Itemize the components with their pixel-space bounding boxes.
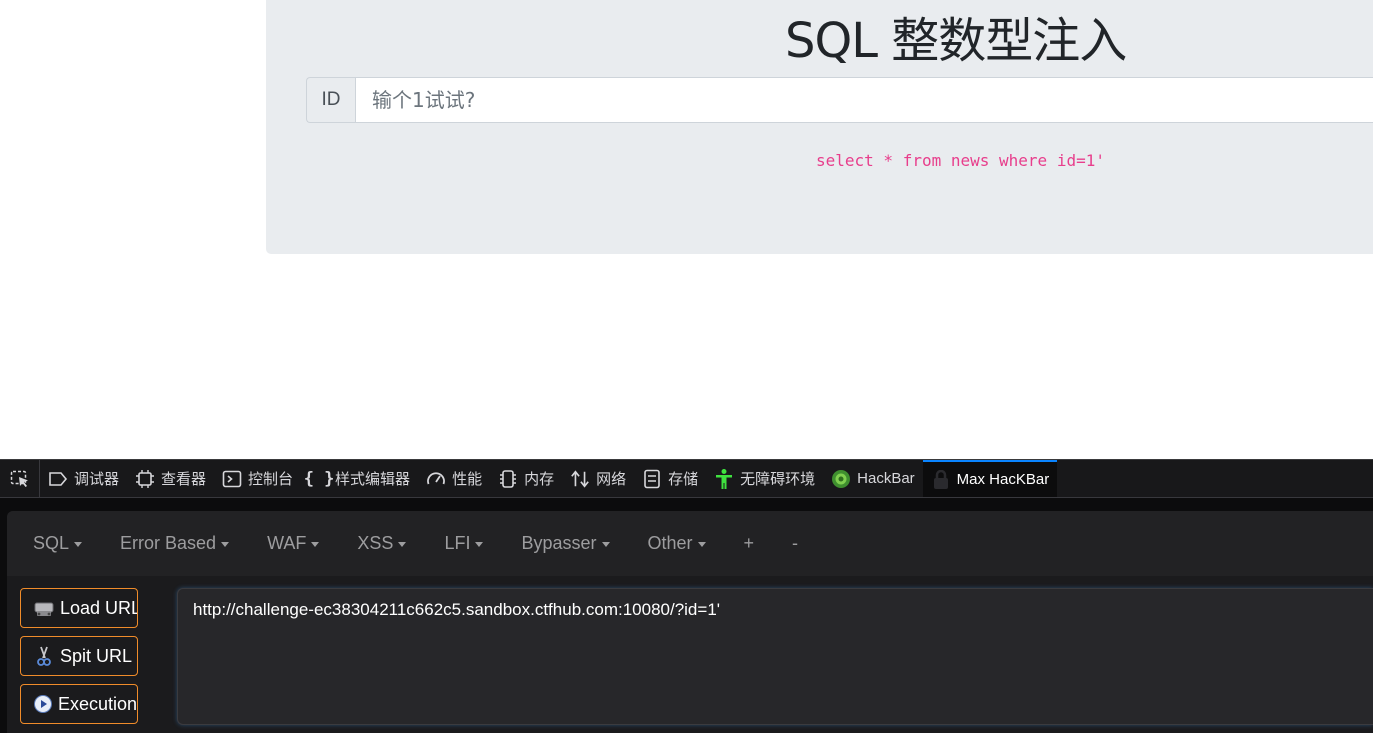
menu-label: -	[792, 533, 799, 553]
devtools-panel: 调试器 查看器 控制台 { } 样式编辑器 性能 内存 网络 存储 无障碍环境 …	[0, 459, 1373, 733]
tab-label: 无障碍环境	[740, 471, 816, 488]
menu-other[interactable]: Other	[648, 533, 706, 554]
element-picker-button[interactable]	[0, 460, 40, 497]
debugger-icon	[48, 469, 68, 489]
tab-accessibility[interactable]: 无障碍环境	[706, 460, 823, 497]
load-url-icon	[33, 597, 55, 619]
caret-down-icon	[475, 542, 484, 547]
element-picker-icon	[10, 470, 28, 487]
hackbar-panel: SQL Error Based WAF XSS LFI Bypasser Oth…	[7, 511, 1373, 733]
url-textarea[interactable]: http://challenge-ec38304211c662c5.sandbo…	[177, 588, 1373, 725]
menu-add-tab[interactable]: +	[744, 533, 755, 554]
tab-debugger[interactable]: 调试器	[40, 460, 127, 497]
accessibility-icon	[714, 468, 734, 489]
console-icon	[222, 469, 242, 489]
menu-label: SQL	[33, 533, 70, 553]
play-icon	[33, 693, 53, 715]
menu-lfi[interactable]: LFI	[444, 533, 484, 554]
id-input[interactable]	[355, 77, 1373, 123]
tab-inspector[interactable]: 查看器	[127, 460, 214, 497]
menu-label: WAF	[267, 533, 307, 553]
sql-query-text: select * from news where id=1'	[816, 151, 1105, 170]
hackbar-side-buttons: Load URL Spit URL Execution	[20, 588, 140, 732]
split-url-button[interactable]: Spit URL	[20, 636, 138, 676]
menu-bypasser[interactable]: Bypasser	[521, 533, 610, 554]
max-hackbar-icon	[931, 469, 951, 490]
performance-icon	[426, 469, 446, 489]
menu-error-based[interactable]: Error Based	[120, 533, 230, 554]
tab-style-editor[interactable]: { } 样式编辑器	[301, 460, 418, 497]
menu-label: Error Based	[120, 533, 217, 553]
split-url-label: Spit URL	[60, 645, 133, 666]
tab-max-hackbar[interactable]: Max HacKBar	[922, 460, 1058, 497]
devtools-tabbar: 调试器 查看器 控制台 { } 样式编辑器 性能 内存 网络 存储 无障碍环境 …	[0, 460, 1373, 498]
jumbotron: SQL 整数型注入 ID select * from news where id…	[266, 0, 1373, 254]
tab-label: 调试器	[74, 471, 120, 488]
tab-label: 内存	[524, 471, 555, 488]
load-url-button[interactable]: Load URL	[20, 588, 138, 628]
page-title: SQL 整数型注入	[785, 13, 1127, 69]
tab-label: 网络	[596, 471, 627, 488]
caret-down-icon	[74, 542, 83, 547]
caret-down-icon	[221, 542, 230, 547]
hackbar-menubar: SQL Error Based WAF XSS LFI Bypasser Oth…	[7, 511, 1373, 576]
id-label: ID	[306, 77, 355, 123]
hackbar-icon	[831, 469, 851, 489]
tab-label: 性能	[452, 471, 483, 488]
storage-icon	[642, 469, 662, 489]
tab-memory[interactable]: 内存	[490, 460, 562, 497]
caret-down-icon	[601, 542, 610, 547]
caret-down-icon	[398, 542, 407, 547]
menu-label: Other	[647, 533, 693, 553]
menu-label: Bypasser	[521, 533, 597, 553]
tab-performance[interactable]: 性能	[418, 460, 490, 497]
menu-sql[interactable]: SQL	[33, 533, 83, 554]
tab-hackbar[interactable]: HackBar	[823, 460, 923, 497]
tab-label: Max HacKBar	[956, 471, 1050, 488]
caret-down-icon	[697, 542, 706, 547]
network-icon	[570, 469, 590, 489]
tab-label: 样式编辑器	[335, 471, 411, 488]
tab-network[interactable]: 网络	[562, 460, 634, 497]
execution-label: Execution	[58, 693, 138, 714]
tab-label: 存储	[668, 471, 699, 488]
tab-label: HackBar	[857, 470, 915, 487]
inspector-icon	[135, 469, 155, 489]
menu-label: XSS	[357, 533, 394, 553]
id-input-group: ID	[306, 77, 1373, 123]
load-url-label: Load URL	[60, 597, 138, 618]
caret-down-icon	[311, 542, 320, 547]
tab-storage[interactable]: 存储	[634, 460, 706, 497]
tab-console[interactable]: 控制台	[214, 460, 301, 497]
menu-label: +	[743, 533, 755, 553]
memory-icon	[498, 469, 518, 489]
menu-remove-tab[interactable]: -	[792, 533, 798, 554]
style-editor-icon: { }	[303, 468, 335, 489]
tab-label: 控制台	[248, 471, 294, 488]
menu-label: LFI	[444, 533, 471, 553]
scissors-icon	[33, 645, 55, 667]
execution-button[interactable]: Execution	[20, 684, 138, 724]
tab-label: 查看器	[161, 471, 207, 488]
menu-xss[interactable]: XSS	[357, 533, 407, 554]
menu-waf[interactable]: WAF	[267, 533, 320, 554]
